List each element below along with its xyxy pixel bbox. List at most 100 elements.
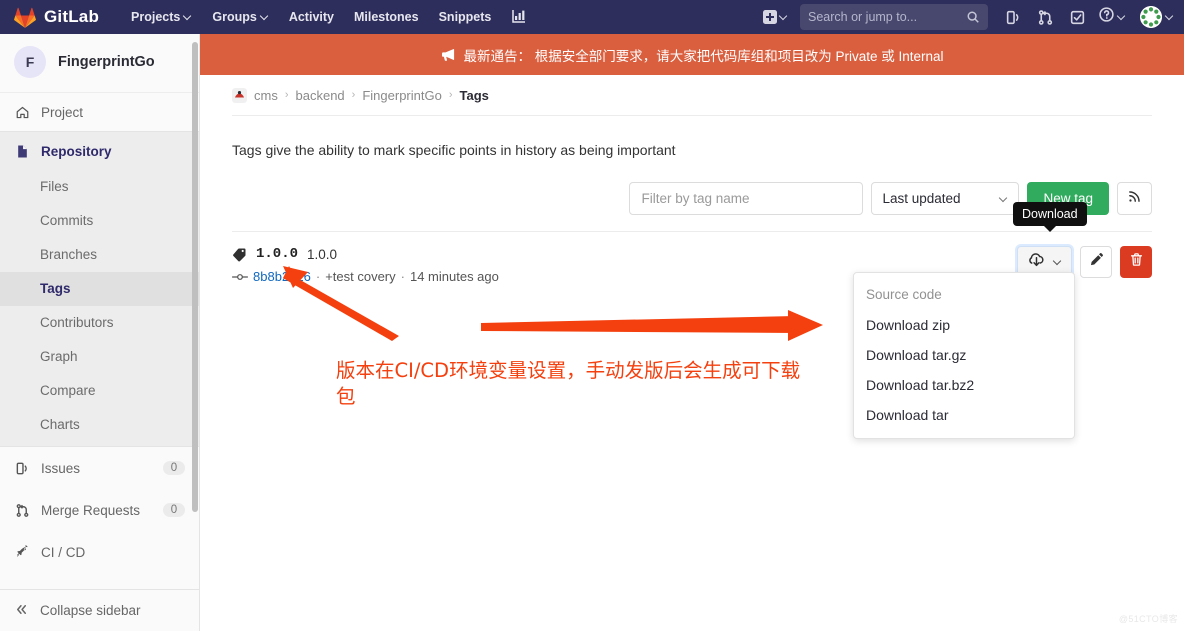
sidebar-item-tags[interactable]: Tags [0,272,199,306]
nav-item-activity-label: Activity [288,10,334,24]
breadcrumb-item-fingerprintgo[interactable]: FingerprintGo [362,88,441,103]
breadcrumb: cms › backend › FingerprintGo › Tags [232,75,1152,115]
search-input[interactable]: Search or jump to... [800,4,988,30]
new-item-button[interactable] [759,10,794,24]
breadcrumb-separator: › [351,89,356,101]
rss-feed-icon [1127,189,1142,209]
sidebar-project-header[interactable]: F FingerprintGo [0,34,199,93]
sidebar-item-ci-cd[interactable]: CI / CD [0,531,199,573]
menu-item-download-tarbz2[interactable]: Download tar.bz2 [854,370,1074,400]
user-menu-button[interactable] [1134,6,1174,28]
sidebar-item-files[interactable]: Files [0,170,199,204]
rocket-icon [14,544,30,560]
delete-tag-button[interactable] [1120,246,1152,278]
gitlab-tanuki-logo-icon [14,7,36,28]
issues-icon [14,461,30,476]
nav-item-projects[interactable]: Projects [121,3,202,31]
sort-dropdown-value: Last updated [882,191,961,206]
download-source-code-menu: Source code Download zip Download tar.gz… [853,272,1075,439]
rss-feed-button[interactable] [1117,182,1152,215]
pencil-icon [1089,252,1104,272]
breadcrumb-item-cms[interactable]: cms [254,88,278,103]
nav-item-analytics[interactable] [501,1,537,34]
merge-request-icon [14,503,30,518]
document-icon [14,144,30,159]
chevron-down-icon [1054,257,1062,265]
nav-item-groups[interactable]: Groups [202,3,278,31]
commit-sha-link[interactable]: 8b8b2926 [253,269,311,284]
breadcrumb-current-tags: Tags [459,87,489,103]
merge-requests-icon[interactable] [1030,3,1060,31]
sidebar-item-graph[interactable]: Graph [0,340,199,374]
chevron-down-icon [184,12,192,20]
sidebar-item-commits[interactable]: Commits [0,204,199,238]
sidebar-item-compare[interactable]: Compare [0,374,199,408]
sort-dropdown[interactable]: Last updated [871,182,1020,215]
tag-message: 1.0.0 [307,246,338,262]
menu-item-download-zip[interactable]: Download zip [854,310,1074,340]
avatar [1140,6,1162,28]
plus-square-icon [763,10,777,24]
top-navbar: GitLab Projects Groups Activity Mileston… [0,0,1184,34]
nav-item-snippets[interactable]: Snippets [429,3,502,31]
sidebar-scrollbar[interactable] [192,42,198,512]
chevron-down-icon [261,12,269,20]
menu-item-download-targz[interactable]: Download tar.gz [854,340,1074,370]
megaphone-icon [440,47,456,63]
issues-count-badge: 0 [163,461,185,475]
commit-time-ago: 14 minutes ago [409,269,499,284]
collapse-sidebar-button[interactable]: Collapse sidebar [0,589,199,631]
issues-icon[interactable] [998,3,1028,31]
tag-name[interactable]: 1.0.0 [256,246,298,262]
sidebar-item-issues-label: Issues [41,460,81,476]
tag-title-line: 1.0.0 1.0.0 [232,246,1017,262]
navbar-right-group: Search or jump to... [759,3,1174,31]
announcement-text: 最新通告： 根据安全部门要求，请大家把代码库组和项目改为 Private 或 I… [463,48,944,64]
sidebar-item-project[interactable]: Project [0,93,199,131]
chart-bar-icon [511,8,527,27]
nav-item-groups-label: Groups [212,10,257,24]
sidebar-item-merge-requests[interactable]: Merge Requests 0 [0,489,199,531]
project-sidebar: F FingerprintGo Project Repository Files… [0,34,200,631]
download-cloud-icon [1028,251,1045,273]
nav-item-projects-label: Projects [131,10,181,24]
menu-item-download-tar[interactable]: Download tar [854,400,1074,430]
sidebar-item-charts[interactable]: Charts [0,408,199,442]
nav-item-snippets-label: Snippets [438,10,492,24]
project-name: FingerprintGo [58,54,155,70]
gitlab-logo[interactable]: GitLab [14,7,99,28]
sidebar-item-issues[interactable]: Issues 0 [0,447,199,489]
watermark: @51CTO博客 [1118,614,1178,624]
breadcrumb-separator: › [284,89,289,101]
todos-icon[interactable] [1062,3,1092,31]
tag-icon [232,247,247,262]
sidebar-item-repository[interactable]: Repository [0,132,199,170]
breadcrumb-item-backend[interactable]: backend [296,88,345,103]
sidebar-item-branches[interactable]: Branches [0,238,199,272]
chevron-down-icon [1166,12,1174,20]
annotation-note: 版本在CI/CD环境变量设置，手动发版后会生成可下载包 [336,359,801,408]
chevron-down-icon [1000,194,1008,202]
edit-tag-button[interactable] [1080,246,1112,278]
filter-by-tag-name-input[interactable] [629,182,864,215]
help-menu-button[interactable] [1094,6,1132,28]
sidebar-item-project-label: Project [41,104,84,120]
primary-nav: Projects Groups Activity Milestones Snip… [121,1,537,34]
chevron-down-icon [780,12,788,20]
chevron-down-icon [1118,12,1126,20]
sidebar-item-merge-requests-label: Merge Requests [41,502,141,518]
group-avatar-icon [232,87,247,103]
collapse-sidebar-label: Collapse sidebar [40,603,141,618]
nav-item-milestones[interactable]: Milestones [344,3,429,31]
question-circle-icon [1098,6,1115,28]
page-description: Tags give the ability to mark specific p… [232,142,676,158]
commit-title: +test covery [325,269,396,284]
nav-item-activity[interactable]: Activity [279,3,344,31]
meta-separator: · [400,269,405,284]
commit-icon [232,271,248,283]
sidebar-section-repository: Repository Files Commits Branches Tags C… [0,132,199,446]
merge-requests-count-badge: 0 [163,503,185,517]
trash-icon [1129,252,1144,272]
search-icon [966,10,980,24]
sidebar-item-contributors[interactable]: Contributors [0,306,199,340]
